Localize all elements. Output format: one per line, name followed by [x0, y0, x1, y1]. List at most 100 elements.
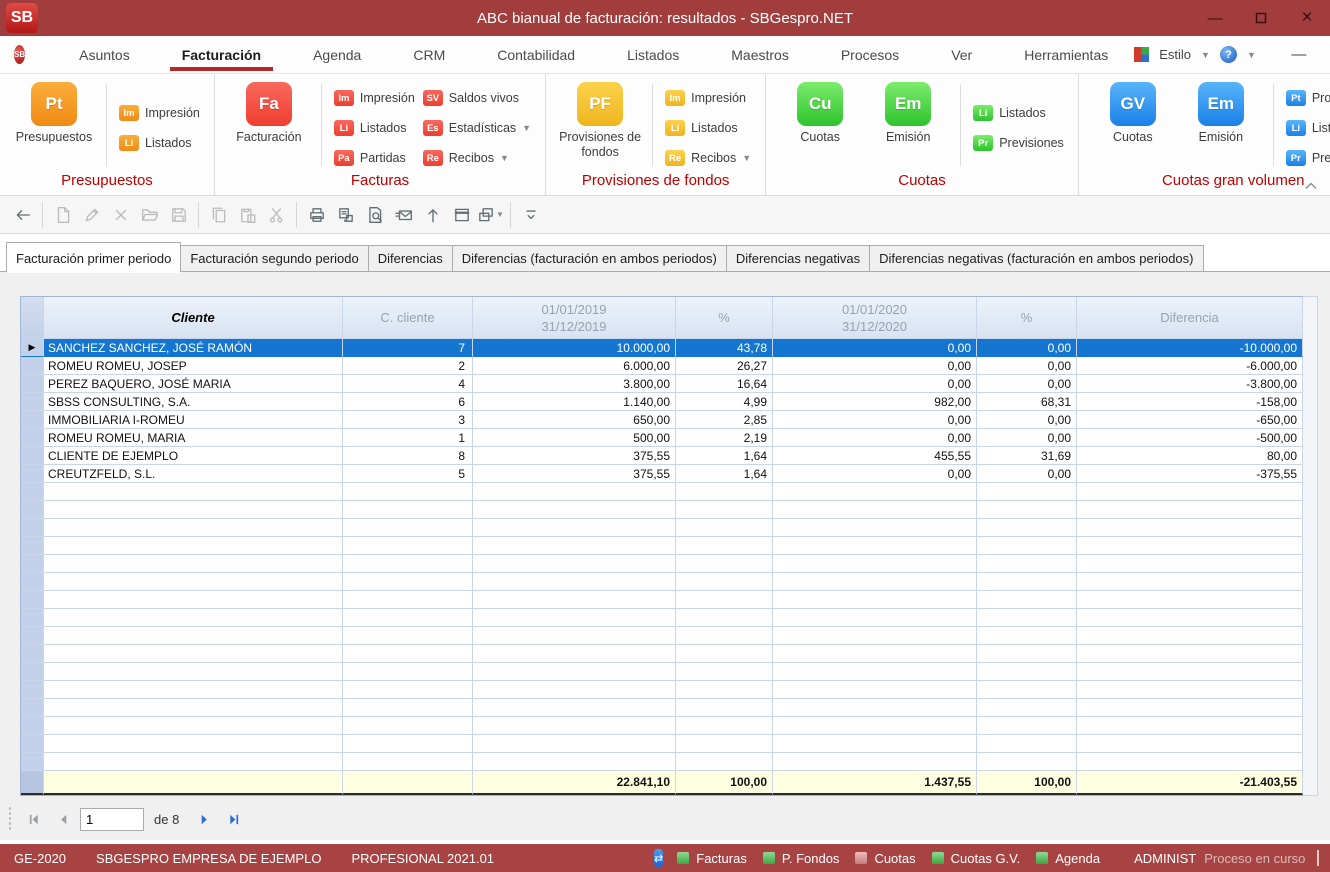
small-button-recibos[interactable]: ReRecibos▼ [661, 143, 755, 173]
document-restore-icon[interactable] [1324, 42, 1330, 68]
edit-icon[interactable] [77, 201, 106, 229]
menu-tab-maestros[interactable]: Maestros [705, 36, 815, 73]
small-button-impresion[interactable]: ImImpresión [330, 83, 419, 113]
small-button-listados[interactable]: LiListados [1282, 113, 1330, 143]
empty-cell [676, 663, 773, 681]
menu-tab-facturacion[interactable]: Facturación [156, 36, 287, 73]
help-dropdown-icon[interactable]: ▼ [1247, 50, 1256, 60]
remote-support-icon[interactable]: ⇄ [654, 849, 663, 867]
back-icon[interactable] [8, 201, 37, 229]
last-page-icon[interactable] [221, 806, 247, 832]
copy-icon[interactable] [204, 201, 233, 229]
next-page-icon[interactable] [191, 806, 217, 832]
doc-tab-diferencias-facturacion-en-ambos-periodos[interactable]: Diferencias (facturación en ambos period… [453, 245, 727, 272]
table-row[interactable]: SBSS CONSULTING, S.A.61.140,004,99982,00… [21, 393, 1303, 411]
grid-header-periodo1[interactable]: 01/01/201931/12/2019 [473, 297, 676, 339]
maximize-icon[interactable] [1238, 0, 1284, 36]
cell-pct2: 0,00 [977, 411, 1077, 429]
small-button-recibos[interactable]: ReRecibos▼ [419, 143, 535, 173]
help-icon[interactable]: ? [1220, 46, 1237, 63]
big-button-cuotas[interactable]: GVCuotas [1089, 82, 1177, 145]
table-row[interactable]: CLIENTE DE EJEMPLO8375,551,64455,5531,69… [21, 447, 1303, 465]
page-number-input[interactable] [80, 808, 144, 831]
small-button-listados[interactable]: LiListados [969, 98, 1068, 128]
big-button-facturacion[interactable]: FaFacturación [225, 82, 313, 145]
menu-tab-procesos[interactable]: Procesos [815, 36, 925, 73]
vertical-scrollbar[interactable] [1303, 296, 1318, 796]
small-button-impresion[interactable]: ImImpresión [115, 98, 204, 128]
cut-icon[interactable] [262, 201, 291, 229]
estilo-dropdown-icon[interactable]: ▼ [1201, 50, 1210, 60]
big-button-emision[interactable]: EmEmisión [1177, 82, 1265, 145]
new-document-icon[interactable] [48, 201, 77, 229]
menu-tab-agenda[interactable]: Agenda [287, 36, 387, 73]
save-icon[interactable] [164, 201, 193, 229]
first-page-icon[interactable] [20, 806, 46, 832]
doc-tab-diferencias-negativas-facturacion-en-ambos-periodos[interactable]: Diferencias negativas (facturación en am… [870, 245, 1203, 272]
doc-tab-facturacion-primer-periodo[interactable]: Facturación primer periodo [6, 242, 181, 272]
doc-tab-diferencias-negativas[interactable]: Diferencias negativas [727, 245, 870, 272]
table-row[interactable]: ROMEU ROMEU, JOSEP26.000,0026,270,000,00… [21, 357, 1303, 375]
window-cascade-icon[interactable]: ▼ [476, 201, 505, 229]
li-icon: Li [665, 120, 685, 136]
close-icon[interactable]: × [1284, 0, 1330, 36]
small-button-previsones[interactable]: PrPrevisones [1282, 143, 1330, 173]
export-icon[interactable] [418, 201, 447, 229]
grid-header-pct1[interactable]: % [676, 297, 773, 339]
menu-tab-contabilidad[interactable]: Contabilidad [471, 36, 601, 73]
li-icon: Li [973, 105, 993, 121]
small-button-listados[interactable]: LiListados [330, 113, 419, 143]
menu-tab-asuntos[interactable]: Asuntos [53, 36, 156, 73]
toolbar-overflow-icon[interactable] [516, 201, 545, 229]
table-row[interactable]: PEREZ BAQUERO, JOSÉ MARIA43.800,0016,640… [21, 375, 1303, 393]
small-button-listados[interactable]: LiListados [661, 113, 755, 143]
document-minimize-icon[interactable]: — [1280, 42, 1318, 68]
previous-page-icon[interactable] [50, 806, 76, 832]
table-row[interactable]: CREUTZFELD, S.L.5375,551,640,000,00-375,… [21, 465, 1303, 483]
table-row[interactable]: ▶SANCHEZ SANCHEZ, JOSÉ RAMÓN710.000,0043… [21, 339, 1303, 357]
empty-cell [676, 537, 773, 555]
doc-tab-facturacion-segundo-periodo[interactable]: Facturación segundo periodo [181, 245, 368, 272]
dropdown-icon[interactable]: ▼ [500, 153, 509, 163]
table-row[interactable]: ROMEU ROMEU, MARIA1500,002,190,000,00-50… [21, 429, 1303, 447]
big-button-provisiones-de-fondos[interactable]: PFProvisiones de fondos [556, 82, 644, 160]
small-button-estadisticas[interactable]: EsEstadísticas▼ [419, 113, 535, 143]
grid-header-periodo2[interactable]: 01/01/202031/12/2020 [773, 297, 977, 339]
big-button-presupuestos[interactable]: PtPresupuestos [10, 82, 98, 145]
empty-cell [676, 609, 773, 627]
menu-tab-listados[interactable]: Listados [601, 36, 705, 73]
big-button-emision[interactable]: EmEmisión [864, 82, 952, 145]
window-list-icon[interactable] [447, 201, 476, 229]
dropdown-icon[interactable]: ▼ [496, 210, 504, 219]
small-button-listados[interactable]: LiListados [115, 128, 204, 158]
small-button-partidas[interactable]: PaPartidas [330, 143, 419, 173]
grid-header-diferencia[interactable]: Diferencia [1077, 297, 1303, 339]
cell-pct1: 2,85 [676, 411, 773, 429]
doc-tab-diferencias[interactable]: Diferencias [369, 245, 453, 272]
open-folder-icon[interactable] [135, 201, 164, 229]
paste-icon[interactable] [233, 201, 262, 229]
print-preview-icon[interactable] [360, 201, 389, 229]
small-button-saldos-vivos[interactable]: SVSaldos vivos [419, 83, 535, 113]
dropdown-icon[interactable]: ▼ [522, 123, 531, 133]
grid-header-pct2[interactable]: % [977, 297, 1077, 339]
print-icon[interactable] [302, 201, 331, 229]
dropdown-icon[interactable]: ▼ [742, 153, 751, 163]
grid-header-cliente[interactable]: Cliente [44, 297, 343, 339]
table-row[interactable]: IMMOBILIARIA I-ROMEU3650,002,850,000,00-… [21, 411, 1303, 429]
ribbon: PtPresupuestosImImpresiónLiListadosPresu… [0, 74, 1330, 196]
estilo-button[interactable]: Estilo [1159, 47, 1191, 62]
sb-menu-icon[interactable]: SB [14, 45, 25, 64]
print-export-icon[interactable] [331, 201, 360, 229]
grid-header-c-cliente[interactable]: C. cliente [343, 297, 473, 339]
big-button-cuotas[interactable]: CuCuotas [776, 82, 864, 145]
small-button-prototipos[interactable]: PtPrototipos [1282, 83, 1330, 113]
delete-icon[interactable] [106, 201, 135, 229]
menu-tab-herramientas[interactable]: Herramientas [998, 36, 1134, 73]
minimize-icon[interactable]: — [1192, 0, 1238, 36]
send-email-icon[interactable] [389, 201, 418, 229]
menu-tab-ver[interactable]: Ver [925, 36, 998, 73]
small-button-previsiones[interactable]: PrPrevisiones [969, 128, 1068, 158]
menu-tab-crm[interactable]: CRM [387, 36, 471, 73]
small-button-impresion[interactable]: ImImpresión [661, 83, 755, 113]
